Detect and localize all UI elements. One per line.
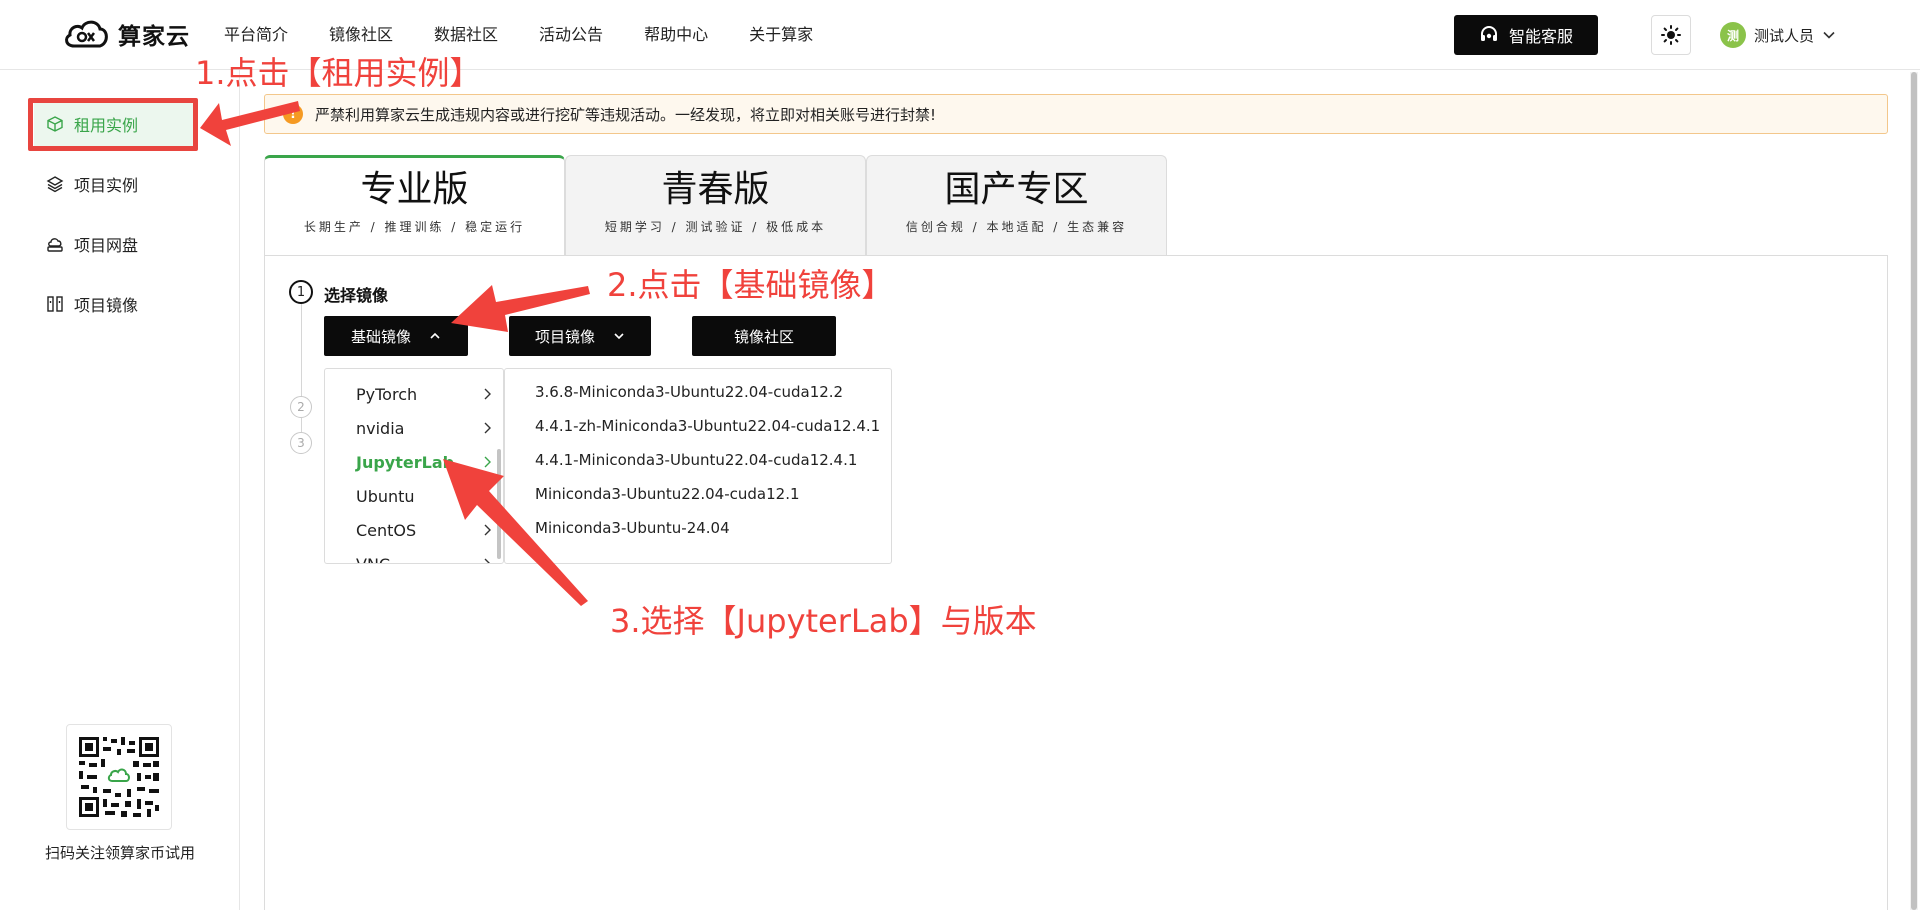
- tab-subtitle: 短期学习 / 测试验证 / 极低成本: [604, 220, 827, 234]
- image-category-menu: PyTorch nvidia JupyterLab Ubuntu CentOS …: [324, 368, 504, 564]
- tab-title: 国产专区: [944, 169, 1089, 210]
- sidebar: 租用实例 项目实例 项目网盘 项目镜像 扫码关注领算家币试用: [0, 70, 240, 910]
- category-item-centos[interactable]: CentOS: [325, 515, 503, 545]
- qr-code-image: [77, 735, 161, 819]
- cloud-drive-icon: [47, 238, 63, 252]
- step-1-marker: 1: [289, 280, 313, 304]
- category-label: VNC: [356, 554, 391, 564]
- nav-item-about[interactable]: 关于算家: [749, 22, 813, 48]
- version-item[interactable]: 3.6.8-Miniconda3-Ubuntu22.04-cuda12.2: [535, 377, 843, 407]
- logo[interactable]: 算家云: [62, 12, 190, 56]
- nav-item-announcements[interactable]: 活动公告: [539, 22, 603, 48]
- user-name: 测试人员: [1754, 26, 1815, 45]
- step-2-marker: 2: [290, 396, 312, 418]
- tab-subtitle: 信创合规 / 本地适配 / 生态兼容: [905, 220, 1128, 234]
- category-scrollbar[interactable]: [497, 449, 501, 559]
- image-version-menu: 3.6.8-Miniconda3-Ubuntu22.04-cuda12.2 4.…: [504, 368, 892, 564]
- qr-code: [66, 724, 172, 830]
- tab-subtitle: 长期生产 / 推理训练 / 稳定运行: [303, 220, 526, 234]
- layers-icon: [46, 176, 64, 193]
- base-image-button[interactable]: 基础镜像: [324, 316, 468, 356]
- category-item-ubuntu[interactable]: Ubuntu: [325, 481, 503, 511]
- version-item[interactable]: 4.4.1-zh-Miniconda3-Ubuntu22.04-cuda12.4…: [535, 411, 880, 441]
- version-item[interactable]: Miniconda3-Ubuntu22.04-cuda12.1: [535, 479, 800, 509]
- chevron-right-icon: [484, 388, 491, 400]
- annotation-step-3: 3.选择【JupyterLab】与版本: [610, 602, 1037, 640]
- step-connector: [301, 304, 302, 400]
- category-label: PyTorch: [356, 384, 418, 404]
- avatar: 测: [1720, 22, 1746, 48]
- smart-service-label: 智能客服: [1508, 27, 1573, 46]
- tab-youth[interactable]: 青春版 短期学习 / 测试验证 / 极低成本: [565, 155, 866, 256]
- warning-icon: !: [283, 104, 303, 124]
- logo-text: 算家云: [118, 24, 190, 50]
- chevron-up-icon: [430, 332, 440, 339]
- category-item-jupyterlab[interactable]: JupyterLab: [325, 447, 503, 477]
- sidebar-item-project-instance[interactable]: 项目实例: [34, 162, 194, 206]
- page-scrollbar-thumb[interactable]: [1911, 72, 1917, 910]
- step-3-marker: 3: [290, 432, 312, 454]
- sidebar-item-project-drive[interactable]: 项目网盘: [34, 222, 194, 266]
- chevron-right-icon: [484, 524, 491, 536]
- annotation-step-2: 2.点击【基础镜像】: [607, 266, 894, 304]
- nav-item-image-community[interactable]: 镜像社区: [329, 22, 393, 48]
- step-1-label: 选择镜像: [324, 286, 389, 305]
- nav-item-help[interactable]: 帮助中心: [644, 22, 708, 48]
- chevron-down-icon: [1823, 31, 1835, 39]
- version-item[interactable]: 4.4.1-Miniconda3-Ubuntu22.04-cuda12.4.1: [535, 445, 857, 475]
- qr-caption: 扫码关注领算家币试用: [44, 844, 195, 862]
- smart-service-button[interactable]: 智能客服: [1454, 15, 1598, 55]
- annotation-highlight-box: [28, 98, 198, 151]
- sidebar-item-label: 项目实例: [74, 176, 139, 195]
- tab-title: 青春版: [661, 169, 770, 210]
- notice-text: 严禁利用算家云生成违规内容或进行挖矿等违规活动。一经发现，将立即对相关账号进行封…: [315, 105, 937, 124]
- sidebar-item-label: 项目网盘: [74, 236, 139, 255]
- app-root: 算家云 平台简介 镜像社区 数据社区 活动公告 帮助中心 关于算家 智能客服 测…: [0, 0, 1920, 910]
- chevron-right-icon: [484, 422, 491, 434]
- category-label: nvidia: [356, 418, 405, 438]
- sidebar-item-project-image[interactable]: 项目镜像: [34, 282, 194, 326]
- chevron-right-icon: [484, 558, 490, 563]
- version-item[interactable]: Miniconda3-Ubuntu-24.04: [535, 513, 730, 543]
- chevron-down-icon: [614, 333, 624, 340]
- project-image-label: 项目镜像: [534, 327, 595, 346]
- image-community-label: 镜像社区: [733, 327, 794, 346]
- image-community-button[interactable]: 镜像社区: [692, 316, 836, 356]
- nav-item-data-community[interactable]: 数据社区: [434, 22, 498, 48]
- warning-notice: ! 严禁利用算家云生成违规内容或进行挖矿等违规活动。一经发现，将立即对相关账号进…: [264, 94, 1888, 134]
- theme-toggle-button[interactable]: [1651, 15, 1691, 55]
- category-label: Ubuntu: [356, 486, 415, 506]
- tab-domestic[interactable]: 国产专区 信创合规 / 本地适配 / 生态兼容: [866, 155, 1167, 256]
- category-item-vnc[interactable]: VNC: [325, 549, 503, 564]
- category-item-nvidia[interactable]: nvidia: [325, 413, 503, 443]
- cloud-logo-icon: [65, 20, 108, 48]
- edition-tabs: 专业版 长期生产 / 推理训练 / 稳定运行 青春版 短期学习 / 测试验证 /…: [264, 155, 1167, 256]
- tab-title: 专业版: [360, 169, 469, 210]
- category-item-pytorch[interactable]: PyTorch: [325, 379, 503, 409]
- main-nav: 平台简介 镜像社区 数据社区 活动公告 帮助中心 关于算家: [224, 22, 854, 48]
- nav-item-platform[interactable]: 平台简介: [224, 22, 288, 48]
- category-label: JupyterLab: [356, 452, 455, 472]
- annotation-step-1: 1.点击【租用实例】: [195, 54, 482, 92]
- headset-icon: [1480, 26, 1497, 41]
- sun-icon: [1661, 25, 1681, 45]
- config-panel: [264, 255, 1888, 910]
- base-image-label: 基础镜像: [350, 327, 411, 346]
- tab-professional[interactable]: 专业版 长期生产 / 推理训练 / 稳定运行: [264, 155, 565, 256]
- project-image-button[interactable]: 项目镜像: [509, 316, 651, 356]
- chevron-right-icon: [484, 456, 491, 468]
- mirror-icon: [47, 296, 63, 312]
- sidebar-item-label: 项目镜像: [74, 296, 139, 315]
- step-connector: [301, 418, 302, 432]
- category-label: CentOS: [356, 520, 417, 540]
- user-menu[interactable]: 测 测试人员: [1720, 22, 1836, 48]
